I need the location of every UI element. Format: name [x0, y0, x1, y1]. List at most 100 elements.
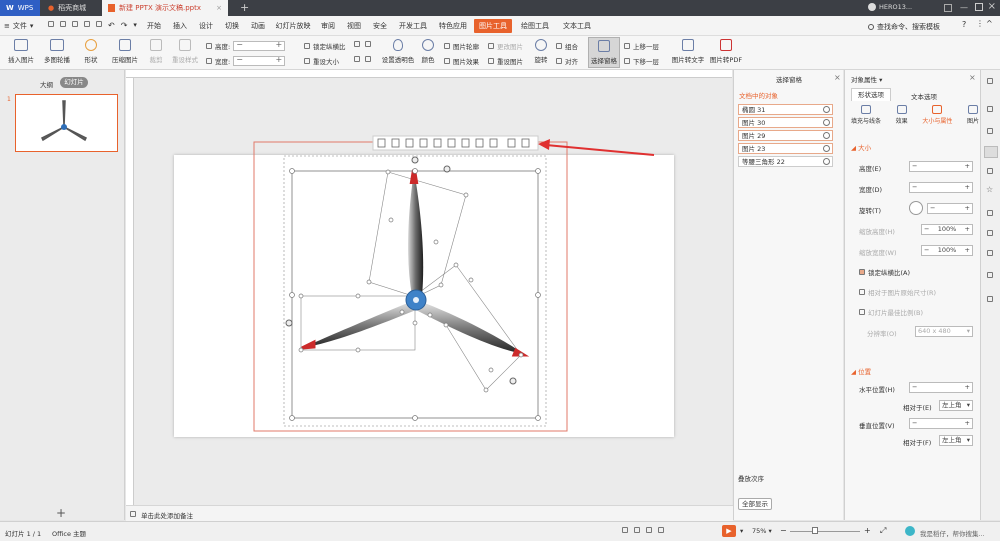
format-painter-icon[interactable] [96, 21, 102, 27]
propeller-blade-top[interactable] [408, 170, 424, 296]
tab-slides[interactable]: 幻灯片 [60, 77, 88, 88]
shape-button[interactable]: 形状 [80, 39, 102, 64]
maximize-icon[interactable] [975, 3, 983, 11]
object-row-ellipse-31[interactable]: 椭圆 31 [738, 104, 833, 115]
bring-forward-button[interactable]: 上移一层 [624, 40, 659, 51]
minimize-icon[interactable]: — [960, 3, 968, 12]
object-row-picture-29[interactable]: 图片 29 [738, 130, 833, 141]
tab-outline[interactable]: 大纲 [40, 79, 53, 89]
notes-bar[interactable]: 单击此处添加备注 [126, 505, 733, 521]
menu-start[interactable]: 开始 [142, 16, 166, 36]
rotate-button[interactable]: 旋转 [530, 39, 552, 64]
assistant-text[interactable]: 我是稻仔，帮你搜集... [920, 528, 985, 538]
star-icon[interactable]: ☆ [986, 185, 993, 194]
pane-icon-8[interactable] [987, 230, 993, 236]
height-field[interactable]: − + [909, 161, 973, 172]
send-backward-button[interactable]: 下移一层 [624, 55, 659, 66]
menu-drawing-tools[interactable]: 绘图工具 [516, 16, 554, 36]
new-tab-button[interactable]: + [234, 0, 250, 16]
height-input[interactable] [233, 40, 286, 51]
normal-view-icon[interactable] [622, 527, 628, 533]
relative-original-checkbox[interactable]: 相对于图片原始尺寸(R) [859, 286, 936, 297]
picture-outline-button[interactable]: 图片轮廓 [444, 40, 479, 51]
close-window-icon[interactable]: × [988, 1, 996, 12]
menu-text-tools[interactable]: 文本工具 [558, 16, 596, 36]
menu-review[interactable]: 审阅 [316, 16, 340, 36]
tab-document[interactable]: 新建 PPTX 演示文稿.pptx × [102, 0, 228, 16]
group-button[interactable]: 组合 [556, 40, 578, 51]
group-selection-border[interactable] [253, 141, 568, 432]
size-section-header[interactable]: ◢ 大小 [851, 142, 871, 152]
picture-to-pdf-button[interactable]: 图片转PDF [708, 39, 744, 64]
scale-height-field[interactable]: −100% + [921, 224, 973, 235]
save-icon[interactable] [48, 21, 54, 27]
tab-text-options[interactable]: 文本选项 [911, 91, 937, 101]
object-row-triangle-22[interactable]: 等腰三角形 22 [738, 156, 833, 167]
fit-window-icon[interactable]: ⤢ [880, 526, 886, 536]
window-layout-icon[interactable] [944, 4, 952, 12]
pane-icon-11[interactable] [987, 296, 993, 302]
reading-view-icon[interactable] [646, 527, 652, 533]
selection-pane-button[interactable]: 选择窗格 [588, 37, 620, 68]
visibility-eye-icon[interactable] [823, 132, 830, 139]
command-search[interactable]: 查找命令、搜索模板 [868, 22, 940, 32]
collapse-ribbon-icon[interactable]: ^ [986, 19, 993, 28]
subtab-fill-line[interactable]: 填充与线条 [851, 105, 881, 125]
pane-icon-5[interactable] [987, 168, 993, 174]
propeller-blade-left[interactable] [302, 302, 416, 348]
lock-ratio-checkbox[interactable]: 锁定纵横比 [304, 40, 346, 51]
rotation-dial-icon[interactable] [909, 201, 923, 215]
subtab-size-properties[interactable]: 大小与属性 [922, 105, 952, 125]
properties-pane-icon[interactable] [984, 146, 998, 158]
play-options-icon[interactable]: ▾ [740, 527, 743, 535]
zoom-slider[interactable] [790, 531, 860, 532]
width-field[interactable]: − + [909, 182, 973, 193]
print-icon[interactable] [72, 21, 78, 27]
preview-icon[interactable] [84, 21, 90, 27]
picture-effect-button[interactable]: 图片效果 [444, 55, 479, 66]
zoom-out-icon[interactable]: − [780, 526, 787, 535]
zoom-in-icon[interactable]: + [864, 526, 871, 535]
menu-slideshow[interactable]: 幻灯片放映 [272, 16, 314, 36]
set-transparent-button[interactable]: 设置透明色 [378, 39, 418, 64]
pane-icon-9[interactable] [987, 250, 993, 256]
resolution-select[interactable]: 640 x 480 ▾ [915, 326, 973, 337]
selection-pane-close-icon[interactable]: × [834, 73, 841, 82]
rotation-field[interactable]: − + [927, 203, 973, 214]
redo-icon[interactable]: ↷ [121, 21, 128, 30]
horizontal-position-field[interactable]: − + [909, 382, 973, 393]
insert-picture-button[interactable]: 插入图片 [4, 39, 38, 64]
properties-close-icon[interactable]: × [969, 73, 976, 82]
menu-insert[interactable]: 插入 [168, 16, 192, 36]
visibility-eye-icon[interactable] [823, 145, 830, 152]
zoom-level[interactable]: 75% ▾ [752, 527, 772, 535]
tab-shape-options[interactable]: 形状选项 [851, 88, 891, 101]
show-all-button[interactable]: 全部显示 [738, 498, 772, 510]
subtab-effect[interactable]: 效果 [896, 105, 908, 125]
menu-features[interactable]: 特色应用 [434, 16, 472, 36]
add-slide-icon[interactable]: + [56, 506, 66, 520]
crop-button[interactable]: 裁剪 [144, 39, 168, 64]
rotate-right-icon[interactable] [365, 41, 371, 47]
scale-width-field[interactable]: −100% + [921, 245, 973, 256]
pane-icon-10[interactable] [987, 272, 993, 278]
rotate-left-icon[interactable] [354, 41, 360, 47]
relative-to-select[interactable]: 左上角 ▾ [939, 400, 973, 411]
sorter-view-icon[interactable] [634, 527, 640, 533]
subtab-picture[interactable]: 图片 [967, 105, 979, 125]
pane-icon-2[interactable] [987, 106, 993, 112]
reset-size-button[interactable]: 重设大小 [304, 55, 339, 66]
menu-view[interactable]: 视图 [342, 16, 366, 36]
menu-design[interactable]: 设计 [194, 16, 218, 36]
visibility-eye-icon[interactable] [823, 106, 830, 113]
undo-icon[interactable]: ↶ [108, 21, 115, 30]
assistant-avatar-icon[interactable] [905, 526, 915, 536]
help-icon[interactable]: ? [962, 20, 966, 29]
pane-icon-1[interactable] [987, 78, 993, 84]
object-row-picture-30[interactable]: 图片 30 [738, 117, 833, 128]
slide-thumbnail[interactable] [15, 94, 118, 152]
reset-style-button[interactable]: 重设样式 [170, 39, 200, 64]
notes-view-icon[interactable] [658, 527, 664, 533]
width-input[interactable] [233, 55, 286, 66]
visibility-eye-icon[interactable] [823, 119, 830, 126]
